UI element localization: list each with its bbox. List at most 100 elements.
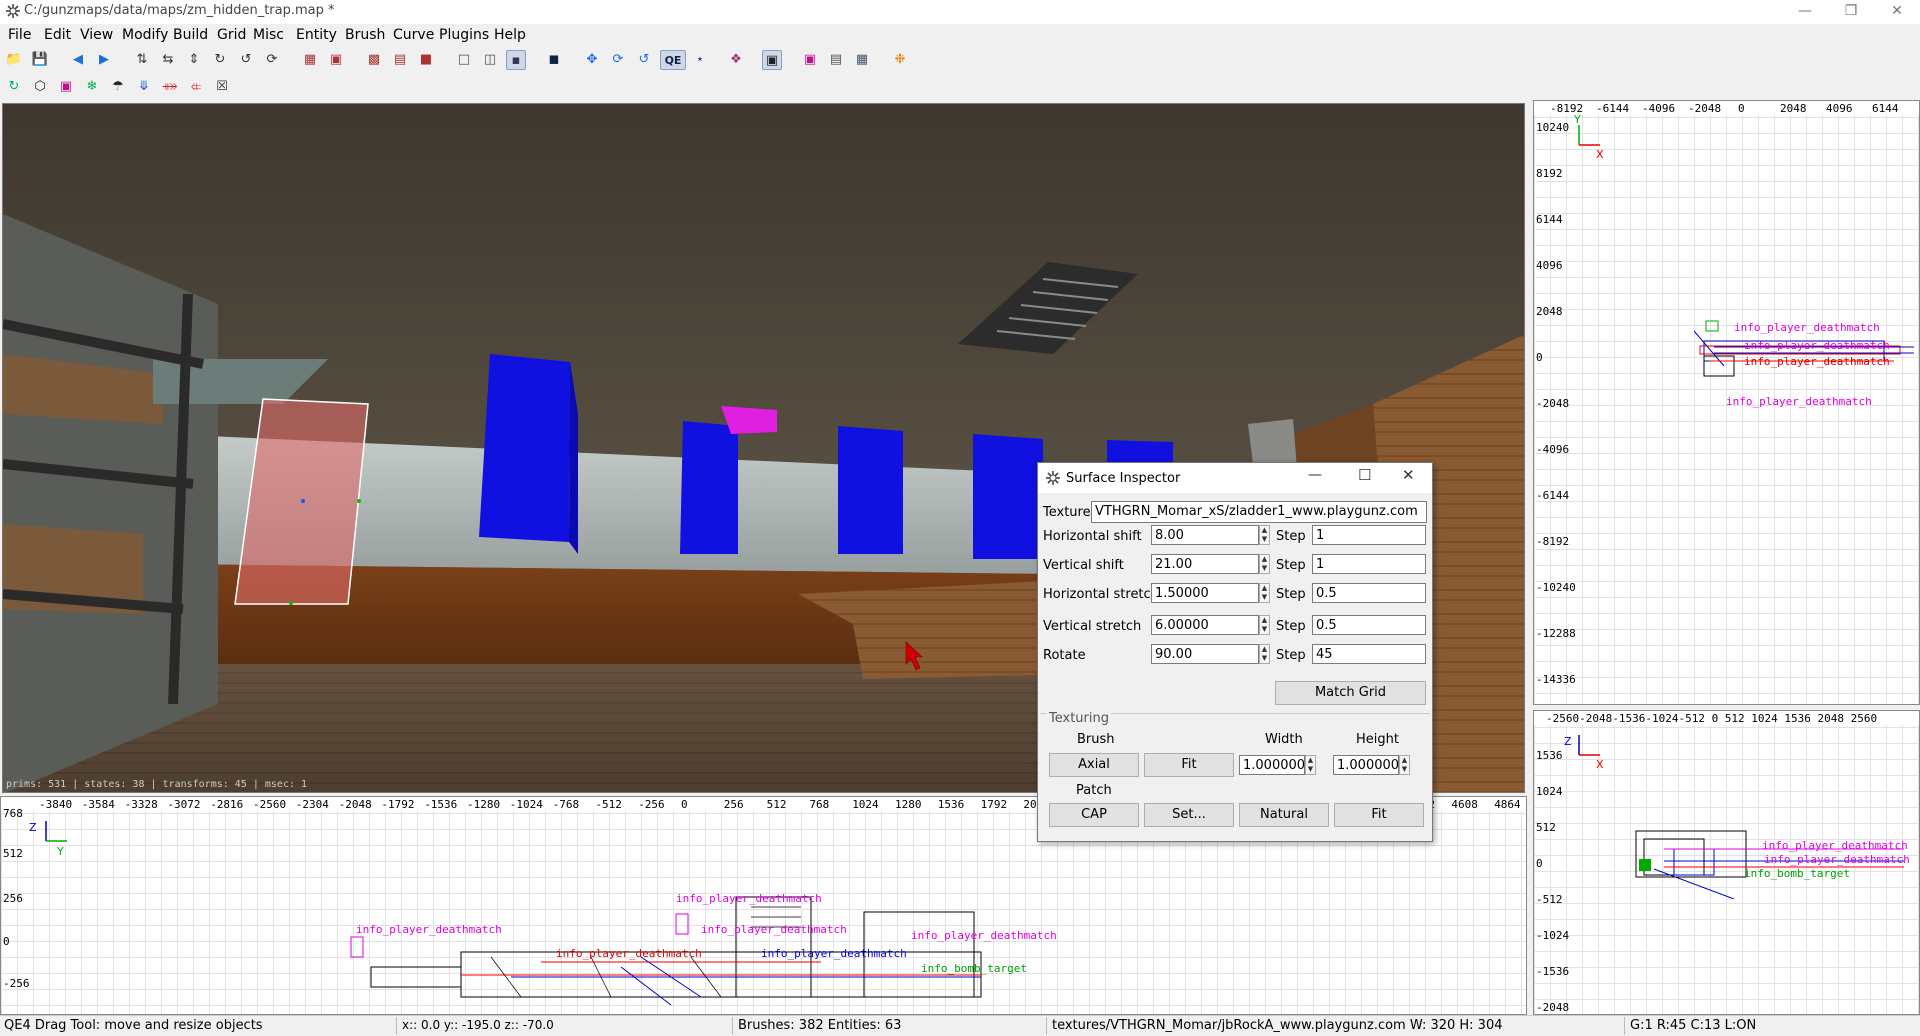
close-icon[interactable]: ✕: [1402, 466, 1415, 484]
open-icon[interactable]: 📁: [4, 50, 24, 70]
natural-button[interactable]: Natural: [1239, 803, 1329, 827]
close-window-button[interactable]: ✕: [1874, 0, 1920, 22]
row-value-input[interactable]: 8.00: [1151, 525, 1259, 545]
menu-file[interactable]: File: [8, 27, 31, 43]
cap-icon[interactable]: ⤁: [160, 77, 180, 97]
redo-icon[interactable]: ▶: [94, 50, 114, 70]
row-value-input[interactable]: 1.50000: [1151, 583, 1259, 603]
clipper-icon[interactable]: ▪: [506, 50, 526, 70]
scale-icon[interactable]: ⟳: [608, 50, 628, 70]
entity-label: info_player_deathmatch: [1734, 321, 1880, 334]
row-step-input[interactable]: 45: [1312, 644, 1426, 664]
title-bar: C:/gunzmaps/data/maps/zm_hidden_trap.map…: [0, 0, 1920, 24]
menu-curve[interactable]: Curve: [393, 27, 434, 43]
cap-button[interactable]: CAP: [1049, 803, 1139, 827]
axial-button[interactable]: Axial: [1049, 753, 1139, 777]
row-step-input[interactable]: 0.5: [1312, 583, 1426, 603]
rotate-x-icon[interactable]: ↻: [210, 50, 230, 70]
flip-y-icon[interactable]: ⇆: [158, 50, 178, 70]
row-value-input[interactable]: 6.00000: [1151, 615, 1259, 635]
csg-merge-icon[interactable]: □: [454, 50, 474, 70]
cone-icon[interactable]: ▣: [56, 77, 76, 97]
height-input[interactable]: 1.000000: [1333, 755, 1399, 775]
qe-drag-tool-icon[interactable]: QE: [660, 50, 686, 70]
redisperse-icon[interactable]: ☒: [212, 77, 232, 97]
axis-h-label: X: [1596, 758, 1604, 771]
row-spinner[interactable]: ▲ ▼: [1259, 583, 1270, 603]
shader-icon[interactable]: ▣: [800, 50, 820, 70]
endcap-icon[interactable]: ☂: [108, 77, 128, 97]
menu-build[interactable]: Build: [173, 27, 208, 43]
match-grid-button[interactable]: Match Grid: [1275, 681, 1426, 705]
select-complete-icon[interactable]: ▦: [300, 50, 320, 70]
lock-icon[interactable]: ▣: [762, 50, 782, 70]
camera-icon[interactable]: ◼: [544, 50, 564, 70]
ruler-x-label: 512: [766, 798, 787, 811]
step-label: Step: [1276, 619, 1306, 634]
menu-misc[interactable]: Misc: [253, 27, 284, 43]
thicken-icon[interactable]: ⤋: [134, 77, 154, 97]
row-step-input[interactable]: 1: [1312, 554, 1426, 574]
row-spinner[interactable]: ▲ ▼: [1259, 554, 1270, 574]
minimize-icon[interactable]: —: [1308, 467, 1322, 483]
ruler-y-label: -12288: [1536, 627, 1576, 640]
row-value-input[interactable]: 90.00: [1151, 644, 1259, 664]
select-touching-icon[interactable]: ▩: [364, 50, 384, 70]
ruler-y-label: -14336: [1536, 673, 1576, 686]
cylinder-icon[interactable]: ⬡: [30, 77, 50, 97]
row-spinner[interactable]: ▲ ▼: [1259, 644, 1270, 664]
menu-help[interactable]: Help: [494, 27, 526, 43]
hollow-icon[interactable]: ◫: [480, 50, 500, 70]
dialog-title-bar[interactable]: Surface Inspector — ☐ ✕: [1038, 463, 1432, 493]
menu-edit[interactable]: Edit: [44, 27, 71, 43]
rotate-icon[interactable]: ↺: [634, 50, 654, 70]
texture-input[interactable]: VTHGRN_Momar_xS/zladder1_www.playgunz.co…: [1091, 501, 1427, 523]
select-inside-icon[interactable]: ▣: [326, 50, 346, 70]
flip-z-icon[interactable]: ⇕: [184, 50, 204, 70]
menu-grid[interactable]: Grid: [217, 27, 246, 43]
select-partial-icon[interactable]: ▤: [390, 50, 410, 70]
csg-subtract-icon[interactable]: ■: [416, 50, 436, 70]
restore-button[interactable]: ❐: [1828, 0, 1874, 22]
row-spinner[interactable]: ▲ ▼: [1259, 615, 1270, 635]
preferences-icon[interactable]: ▦: [852, 50, 872, 70]
menu-brush[interactable]: Brush: [345, 27, 385, 43]
row-step-input[interactable]: 1: [1312, 525, 1426, 545]
vertex-icon[interactable]: ⋆: [690, 50, 710, 70]
menu-plugins[interactable]: Plugins: [439, 27, 489, 43]
refresh-icon[interactable]: ↻: [4, 77, 24, 97]
row-step-input[interactable]: 0.5: [1312, 615, 1426, 635]
patch-fit-button[interactable]: Fit: [1334, 803, 1424, 827]
set-button[interactable]: Set...: [1144, 803, 1234, 827]
invert-icon[interactable]: ⤂: [186, 77, 206, 97]
texture-lock-icon[interactable]: ✥: [582, 50, 602, 70]
status-bar: QE4 Drag Tool: move and resize objects x…: [0, 1015, 1920, 1036]
menu-modify[interactable]: Modify: [122, 27, 168, 43]
plugin-icon[interactable]: ❉: [890, 50, 910, 70]
save-icon[interactable]: 💾: [30, 50, 50, 70]
brush-fit-button[interactable]: Fit: [1144, 753, 1234, 777]
entity-list-icon[interactable]: ▤: [826, 50, 846, 70]
ruler-x-label: -1792: [381, 798, 415, 811]
menu-entity[interactable]: Entity: [296, 27, 337, 43]
rotate-z-icon[interactable]: ⟳: [262, 50, 282, 70]
divider: [732, 1017, 733, 1035]
minimize-button[interactable]: —: [1782, 0, 1828, 22]
row-label: Horizontal shift: [1043, 529, 1142, 544]
ortho-xz-view[interactable]: -2560-2048-1536-1024-512 0 512 1024 1536…: [1533, 710, 1920, 1015]
width-input[interactable]: 1.000000: [1239, 755, 1305, 775]
row-spinner[interactable]: ▲ ▼: [1259, 525, 1270, 545]
ruler-y-label: 10240: [1536, 121, 1570, 134]
flip-x-icon[interactable]: ⇅: [132, 50, 152, 70]
bevel-icon[interactable]: ❄: [82, 77, 102, 97]
maximize-icon[interactable]: ☐: [1358, 466, 1371, 484]
width-spinner[interactable]: ▲ ▼: [1305, 755, 1316, 775]
camera-stats: prims: 531 | states: 38 | transforms: 45…: [6, 779, 308, 790]
height-spinner[interactable]: ▲ ▼: [1399, 755, 1410, 775]
row-value-input[interactable]: 21.00: [1151, 554, 1259, 574]
rotate-y-icon[interactable]: ↺: [236, 50, 256, 70]
ortho-xy-view[interactable]: -8192 -6144 -4096 -2048 0 2048 4096 6144…: [1533, 100, 1920, 705]
patch-icon[interactable]: ❖: [726, 50, 746, 70]
undo-icon[interactable]: ◀: [68, 50, 88, 70]
menu-view[interactable]: View: [80, 27, 113, 43]
